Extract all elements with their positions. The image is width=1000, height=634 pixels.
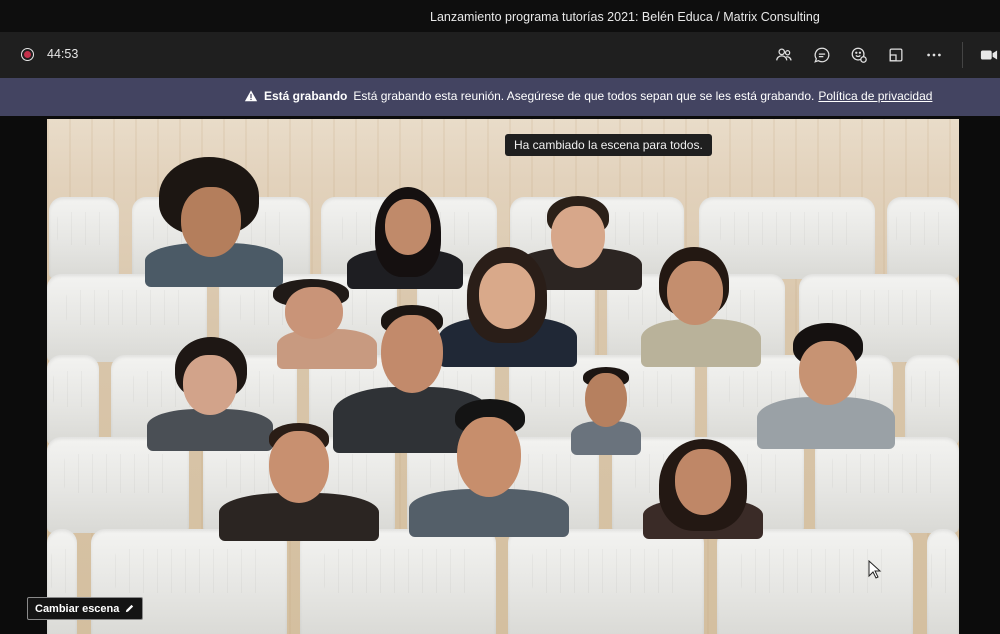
participant-video [637,247,763,367]
rooms-icon[interactable] [885,44,907,66]
reactions-icon[interactable] [848,44,870,66]
scene-changed-toast: Ha cambiado la escena para todos. [505,134,712,156]
participant-video [571,367,641,455]
banner-title: Está grabando [264,89,348,103]
participant-video [137,157,287,287]
camera-icon[interactable] [978,44,1000,66]
participant-video [643,439,763,539]
participant-video [219,423,379,541]
privacy-policy-link[interactable]: Política de privacidad [818,89,932,103]
people-icon[interactable] [773,44,795,66]
meeting-toolbar: 44:53 [0,32,1000,78]
window-titlebar: Lanzamiento programa tutorías 2021: Belé… [0,0,1000,32]
meeting-stage [0,116,1000,634]
change-scene-label: Cambiar escena [35,602,120,615]
chat-icon[interactable] [811,44,833,66]
participant-video [757,323,895,449]
more-icon[interactable] [923,44,945,66]
together-mode-scene [47,119,959,634]
toolbar-divider [962,42,963,68]
change-scene-button[interactable]: Cambiar escena [27,597,144,620]
pencil-icon [126,604,134,613]
banner-message: Está grabando esta reunión. Asegúrese de… [353,89,815,103]
recording-dot-icon [21,48,34,61]
mouse-cursor-icon [868,560,882,579]
participant-video [409,399,569,537]
recording-banner: Está grabando Está grabando esta reunión… [0,78,1000,116]
meeting-timer: 44:53 [47,47,79,61]
window-title: Lanzamiento programa tutorías 2021: Belé… [430,10,820,24]
warning-icon [244,90,258,102]
